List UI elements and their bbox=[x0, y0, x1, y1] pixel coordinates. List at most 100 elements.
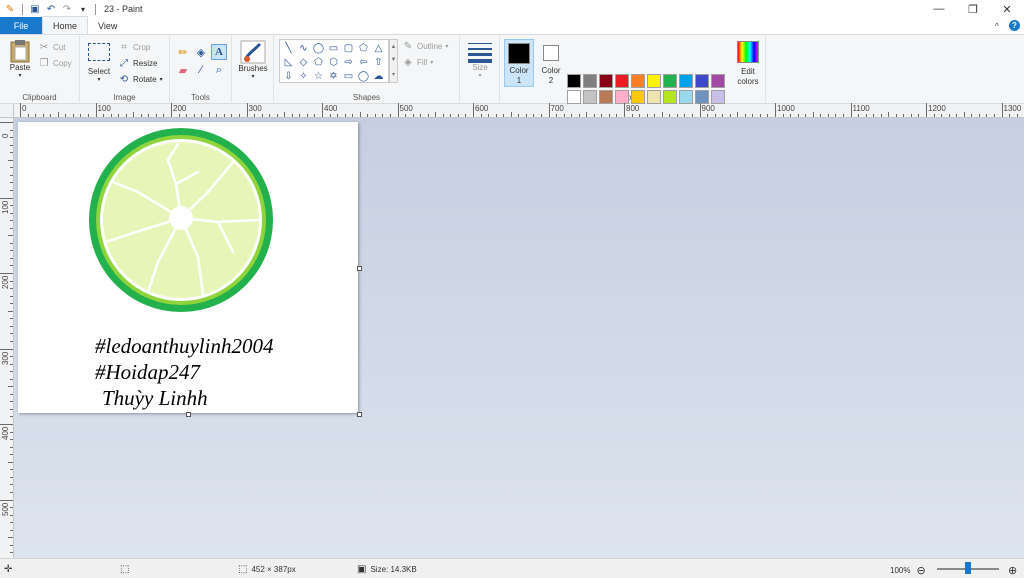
oval-shape-icon[interactable]: ◯ bbox=[311, 41, 326, 55]
ruler-tick bbox=[412, 114, 414, 117]
palette-swatch[interactable] bbox=[583, 90, 597, 104]
color2-button[interactable]: Color 2 bbox=[537, 39, 565, 87]
close-button[interactable]: ✕ bbox=[990, 0, 1024, 18]
redo-icon[interactable]: ↷ bbox=[61, 3, 73, 15]
cut-button[interactable]: ✂ Cut bbox=[38, 42, 66, 53]
pencil-icon[interactable]: ✏ bbox=[175, 44, 191, 60]
resize-handle-corner[interactable] bbox=[357, 412, 362, 417]
window-title: 23 - Paint bbox=[104, 4, 143, 14]
ruler-label: 100 bbox=[97, 104, 111, 113]
zoom-in-icon[interactable]: ⊕ bbox=[1008, 564, 1017, 577]
up-arrow-shape-icon[interactable]: ⇧ bbox=[371, 55, 386, 69]
rotate-button[interactable]: ⟲ Rotate ▾ bbox=[118, 74, 163, 85]
palette-swatch[interactable] bbox=[711, 90, 725, 104]
resize-handle-bottom[interactable] bbox=[186, 412, 191, 417]
rounded-callout-shape-icon[interactable]: ▭ bbox=[341, 69, 356, 83]
eraser-icon[interactable]: ▰ bbox=[175, 62, 191, 78]
text-tool-icon[interactable]: A bbox=[211, 44, 227, 60]
zoom-text: 100% bbox=[890, 566, 911, 575]
zoom-slider-thumb[interactable] bbox=[965, 562, 971, 574]
fill-button[interactable]: ◈ Fill ▾ bbox=[402, 57, 433, 68]
collapse-ribbon-icon[interactable]: ^ bbox=[995, 21, 999, 31]
select-button[interactable]: Select ▾ bbox=[85, 43, 113, 83]
ruler-tick bbox=[254, 114, 256, 117]
right-arrow-shape-icon[interactable]: ⇨ bbox=[341, 55, 356, 69]
rounded-rectangle-shape-icon[interactable]: ▢ bbox=[341, 41, 356, 55]
palette-swatch[interactable] bbox=[711, 74, 725, 88]
shapes-scrollbar[interactable]: ▲ ▼ ▾ bbox=[389, 39, 398, 83]
save-icon[interactable]: ▣ bbox=[29, 3, 41, 15]
palette-swatch[interactable] bbox=[695, 74, 709, 88]
ruler-tick bbox=[586, 112, 588, 117]
expand-gallery-icon[interactable]: ▾ bbox=[392, 71, 395, 78]
resize-button[interactable]: ⤢ Resize bbox=[118, 58, 157, 69]
palette-swatch[interactable] bbox=[663, 90, 677, 104]
magnifier-icon[interactable]: ⌕ bbox=[211, 62, 227, 78]
help-icon[interactable]: ? bbox=[1009, 20, 1020, 31]
customize-toolbar-icon[interactable]: ▾ bbox=[77, 3, 89, 15]
size-button[interactable]: Size ▾ bbox=[466, 41, 494, 79]
minimize-button[interactable]: — bbox=[922, 0, 956, 18]
palette-swatch[interactable] bbox=[647, 74, 661, 88]
tab-file[interactable]: File bbox=[0, 17, 42, 34]
ruler-tick bbox=[10, 431, 13, 433]
six-point-star-shape-icon[interactable]: ✡ bbox=[326, 69, 341, 83]
palette-swatch[interactable] bbox=[599, 90, 613, 104]
palette-swatch[interactable] bbox=[567, 90, 581, 104]
tab-view[interactable]: View bbox=[88, 17, 127, 34]
palette-swatch[interactable] bbox=[583, 74, 597, 88]
paste-button[interactable]: Paste ▾ bbox=[6, 39, 34, 79]
palette-swatch[interactable] bbox=[679, 74, 693, 88]
palette-swatch[interactable] bbox=[679, 90, 693, 104]
palette-swatch[interactable] bbox=[663, 74, 677, 88]
copy-button[interactable]: ❐ Copy bbox=[38, 58, 72, 69]
undo-icon[interactable]: ↶ bbox=[45, 3, 57, 15]
edit-colors-button[interactable]: Edit colors bbox=[732, 39, 764, 87]
ruler-tick bbox=[35, 114, 37, 117]
triangle-shape-icon[interactable]: △ bbox=[371, 41, 386, 55]
fill-bucket-icon[interactable]: ◈ bbox=[193, 44, 209, 60]
palette-swatch[interactable] bbox=[647, 90, 661, 104]
crop-button[interactable]: ⌗ Crop bbox=[118, 42, 150, 53]
oval-callout-shape-icon[interactable]: ◯ bbox=[356, 69, 371, 83]
rectangle-shape-icon[interactable]: ▭ bbox=[326, 41, 341, 55]
left-arrow-shape-icon[interactable]: ⇦ bbox=[356, 55, 371, 69]
diamond-shape-icon[interactable]: ◇ bbox=[296, 55, 311, 69]
ruler-tick bbox=[0, 122, 13, 123]
maximize-button[interactable]: ❐ bbox=[956, 0, 990, 18]
ruler-tick bbox=[842, 114, 844, 117]
palette-swatch[interactable] bbox=[631, 74, 645, 88]
right-triangle-shape-icon[interactable]: ◺ bbox=[281, 55, 296, 69]
color-picker-icon[interactable]: ⁄ bbox=[193, 62, 209, 78]
ruler-label: 100 bbox=[1, 200, 10, 214]
drawing-canvas[interactable]: #ledoanthuylinh2004 #Hoidap247 Thuỳy Lin… bbox=[18, 122, 358, 413]
ruler-tick bbox=[616, 114, 618, 117]
palette-swatch[interactable] bbox=[615, 74, 629, 88]
palette-swatch[interactable] bbox=[615, 90, 629, 104]
curve-shape-icon[interactable]: ∿ bbox=[296, 41, 311, 55]
four-point-star-shape-icon[interactable]: ✧ bbox=[296, 69, 311, 83]
zoom-out-icon[interactable]: ⊖ bbox=[916, 564, 925, 577]
resize-handle-right[interactable] bbox=[357, 266, 362, 271]
down-arrow-shape-icon[interactable]: ⇩ bbox=[281, 69, 296, 83]
cloud-callout-shape-icon[interactable]: ☁ bbox=[371, 69, 386, 83]
color1-button[interactable]: Color 1 bbox=[504, 39, 534, 87]
palette-swatch[interactable] bbox=[599, 74, 613, 88]
outline-button[interactable]: ✎ Outline ▾ bbox=[402, 41, 449, 52]
brushes-button[interactable]: Brushes ▾ bbox=[237, 40, 269, 80]
scroll-up-icon[interactable]: ▲ bbox=[391, 44, 397, 50]
hexagon-shape-icon[interactable]: ⬡ bbox=[326, 55, 341, 69]
cursor-position: ✛ bbox=[4, 564, 12, 575]
ruler-tick bbox=[0, 197, 13, 199]
five-point-star-shape-icon[interactable]: ☆ bbox=[311, 69, 326, 83]
ruler-tick bbox=[314, 114, 316, 117]
ruler-tick bbox=[10, 152, 13, 154]
scroll-down-icon[interactable]: ▼ bbox=[391, 57, 397, 63]
palette-swatch[interactable] bbox=[631, 90, 645, 104]
polygon-shape-icon[interactable]: ⬠ bbox=[356, 41, 371, 55]
palette-swatch[interactable] bbox=[695, 90, 709, 104]
tab-home[interactable]: Home bbox=[42, 16, 89, 34]
palette-swatch[interactable] bbox=[567, 74, 581, 88]
pentagon-shape-icon[interactable]: ⬠ bbox=[311, 55, 326, 69]
line-shape-icon[interactable]: ╲ bbox=[281, 41, 296, 55]
